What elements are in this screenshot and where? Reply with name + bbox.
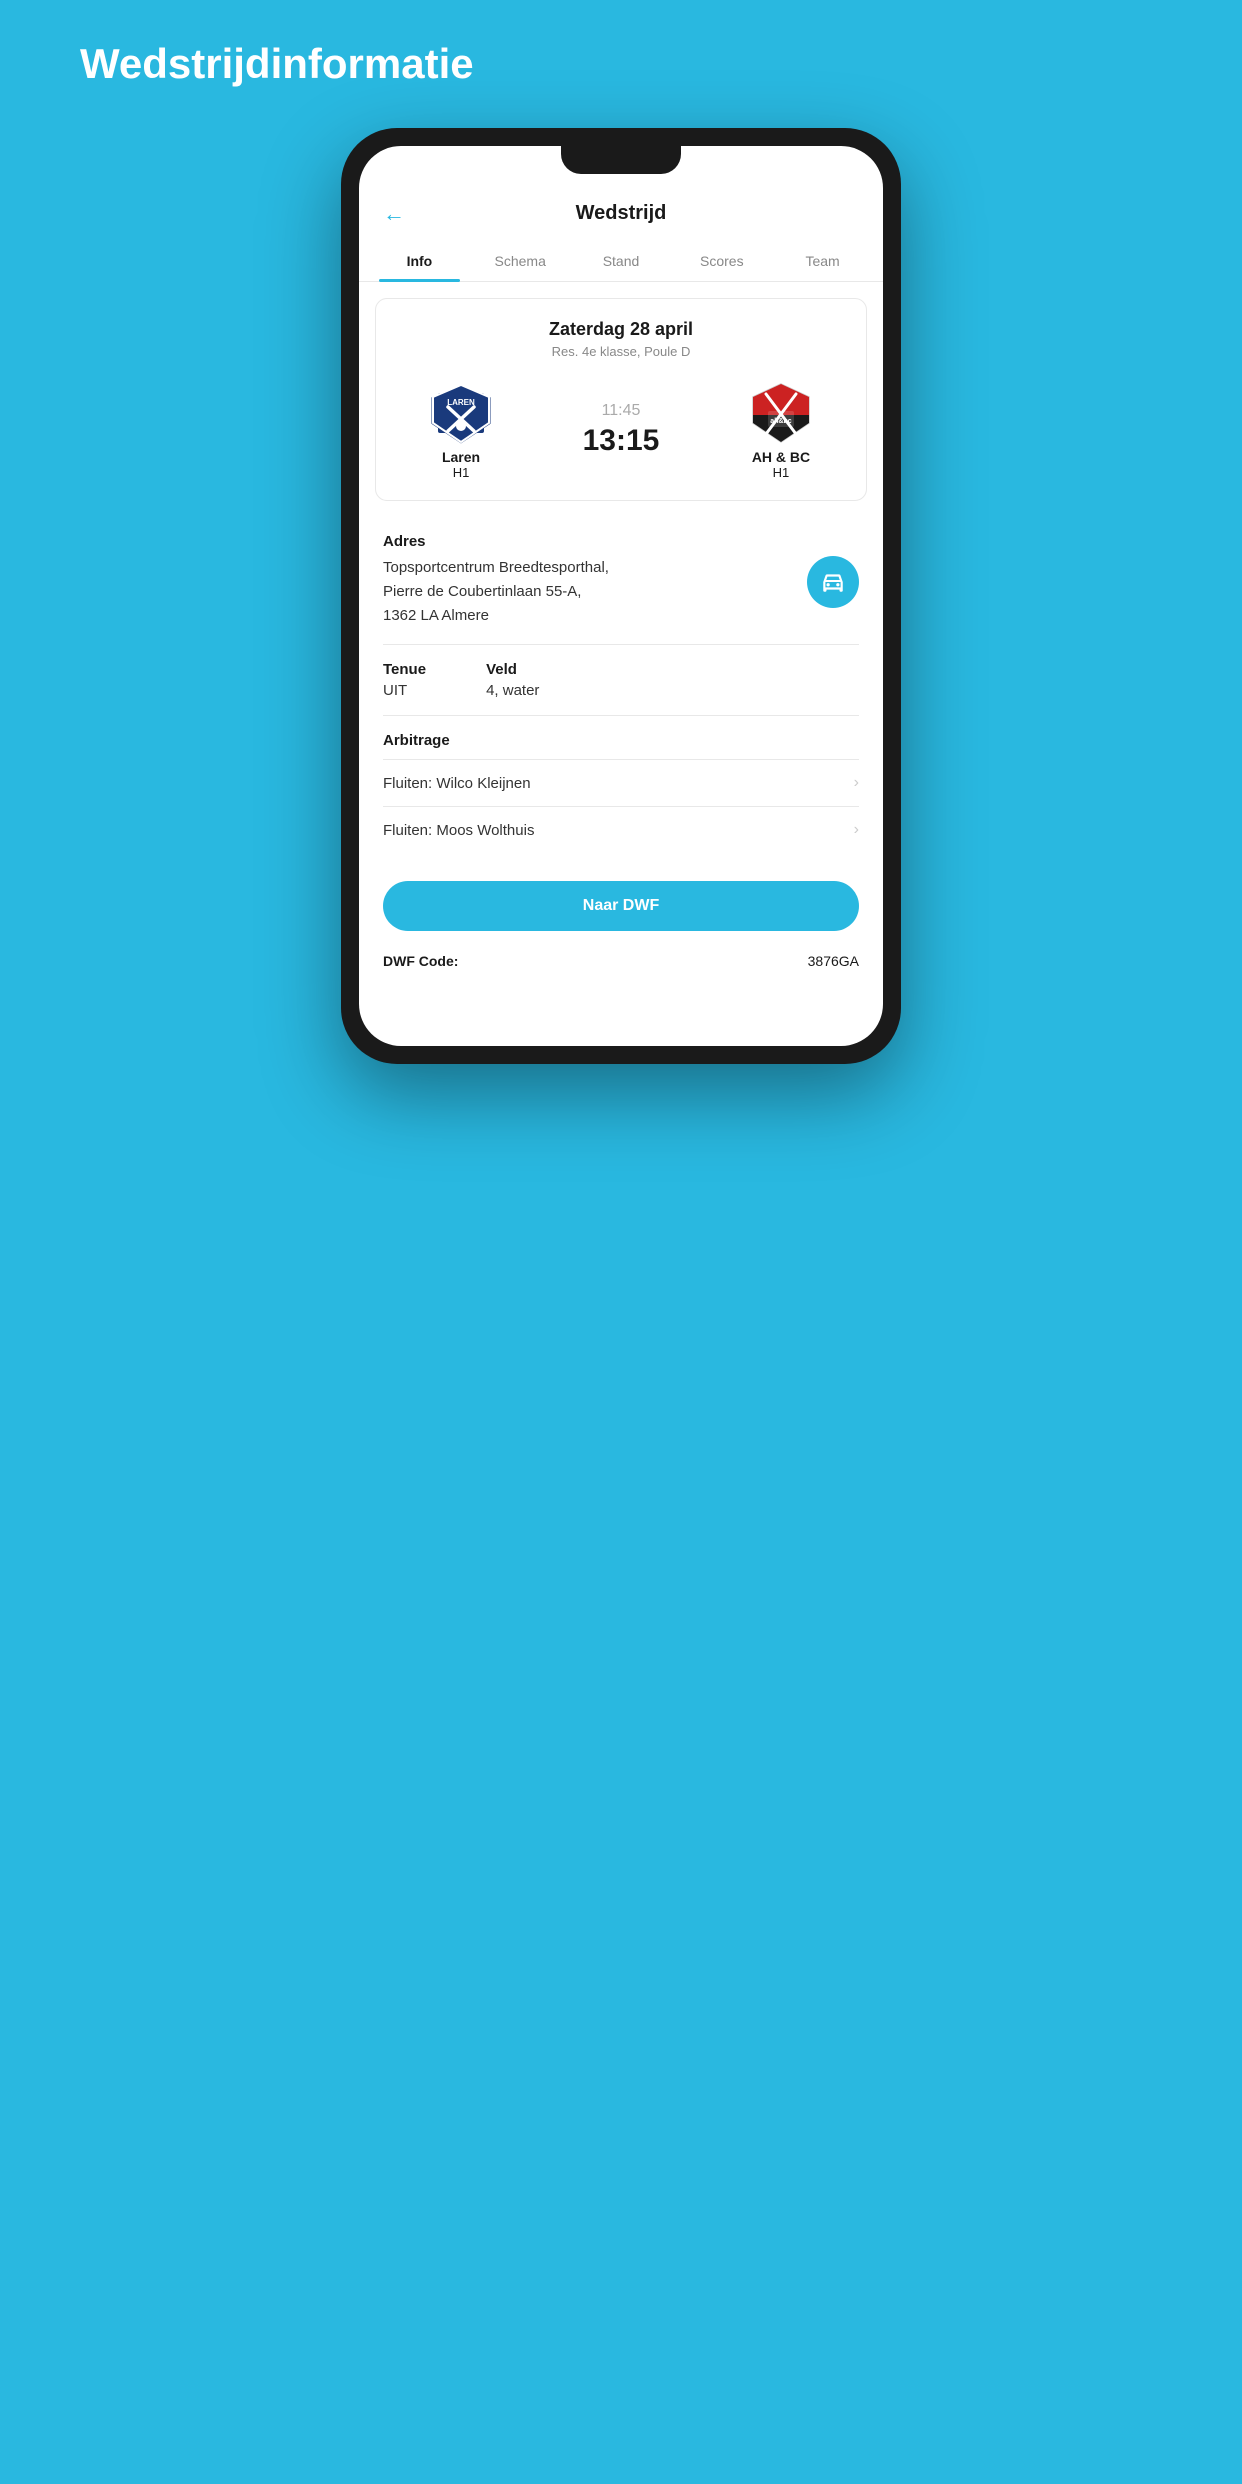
arb-item-2[interactable]: Fluiten: Moos Wolthuis › — [383, 806, 859, 853]
tab-schema[interactable]: Schema — [470, 241, 571, 281]
navigate-button[interactable] — [807, 556, 859, 608]
home-team-logo: LAREN — [426, 379, 496, 449]
original-time: 11:45 — [602, 402, 641, 420]
veld-label: Veld — [486, 661, 539, 678]
arbitrage-section: Arbitrage Fluiten: Wilco Kleijnen › Flui… — [359, 716, 883, 861]
naar-dwf-button[interactable]: Naar DWF — [383, 881, 859, 931]
tenue-label: Tenue — [383, 661, 426, 678]
address-text: Topsportcentrum Breedtesporthal, Pierre … — [383, 556, 791, 628]
back-button[interactable]: ← — [383, 201, 405, 227]
address-row: Topsportcentrum Breedtesporthal, Pierre … — [383, 556, 859, 628]
tab-stand[interactable]: Stand — [571, 241, 672, 281]
arb-chevron-2-icon: › — [854, 821, 859, 839]
tenue-group: Tenue UIT — [383, 661, 426, 699]
arbitrage-title: Arbitrage — [383, 732, 859, 749]
phone-screen: ← Wedstrijd Info Schema Stand Scores Tea… — [359, 146, 883, 1046]
svg-text:ah&bc: ah&bc — [770, 418, 792, 425]
tab-scores[interactable]: Scores — [671, 241, 772, 281]
match-card: Zaterdag 28 april Res. 4e klasse, Poule … — [375, 298, 867, 501]
away-team: ah&bc AH & BC H1 — [716, 379, 846, 480]
match-teams: LAREN Laren H1 11:45 13:15 — [396, 379, 846, 480]
tab-info[interactable]: Info — [369, 241, 470, 281]
phone-notch — [561, 146, 681, 174]
screen-content: ← Wedstrijd Info Schema Stand Scores Tea… — [359, 146, 883, 1046]
home-team: LAREN Laren H1 — [396, 379, 526, 480]
screen-title: Wedstrijd — [383, 202, 859, 225]
header: ← Wedstrijd — [359, 186, 883, 241]
address-label: Adres — [383, 533, 859, 550]
arb-item-1-text: Fluiten: Wilco Kleijnen — [383, 775, 531, 792]
match-league: Res. 4e klasse, Poule D — [396, 344, 846, 359]
dwf-code-row: DWF Code: 3876GA — [359, 941, 883, 989]
veld-group: Veld 4, water — [486, 661, 539, 699]
away-team-name: AH & BC — [752, 449, 810, 465]
arb-chevron-1-icon: › — [854, 774, 859, 792]
dwf-code-value: 3876GA — [808, 953, 859, 969]
away-team-logo: ah&bc — [746, 379, 816, 449]
away-team-sub: H1 — [773, 465, 790, 480]
car-icon — [820, 569, 846, 595]
page-title: Wedstrijdinformatie — [20, 40, 474, 88]
veld-value: 4, water — [486, 682, 539, 699]
tab-bar: Info Schema Stand Scores Team — [359, 241, 883, 282]
score-block: 11:45 13:15 — [583, 402, 660, 458]
home-team-sub: H1 — [453, 465, 470, 480]
arb-item-2-text: Fluiten: Moos Wolthuis — [383, 822, 534, 839]
tenue-veld-row: Tenue UIT Veld 4, water — [359, 645, 883, 715]
dwf-code-label: DWF Code: — [383, 953, 458, 969]
bottom-btn-area: Naar DWF — [359, 861, 883, 941]
match-date: Zaterdag 28 april — [396, 319, 846, 340]
current-time: 13:15 — [583, 424, 660, 458]
tab-team[interactable]: Team — [772, 241, 873, 281]
phone-frame: ← Wedstrijd Info Schema Stand Scores Tea… — [341, 128, 901, 1064]
tenue-value: UIT — [383, 682, 426, 699]
address-section: Adres Topsportcentrum Breedtesporthal, P… — [359, 517, 883, 644]
arb-item-1[interactable]: Fluiten: Wilco Kleijnen › — [383, 759, 859, 806]
home-team-name: Laren — [442, 449, 480, 465]
svg-text:LAREN: LAREN — [447, 398, 475, 407]
